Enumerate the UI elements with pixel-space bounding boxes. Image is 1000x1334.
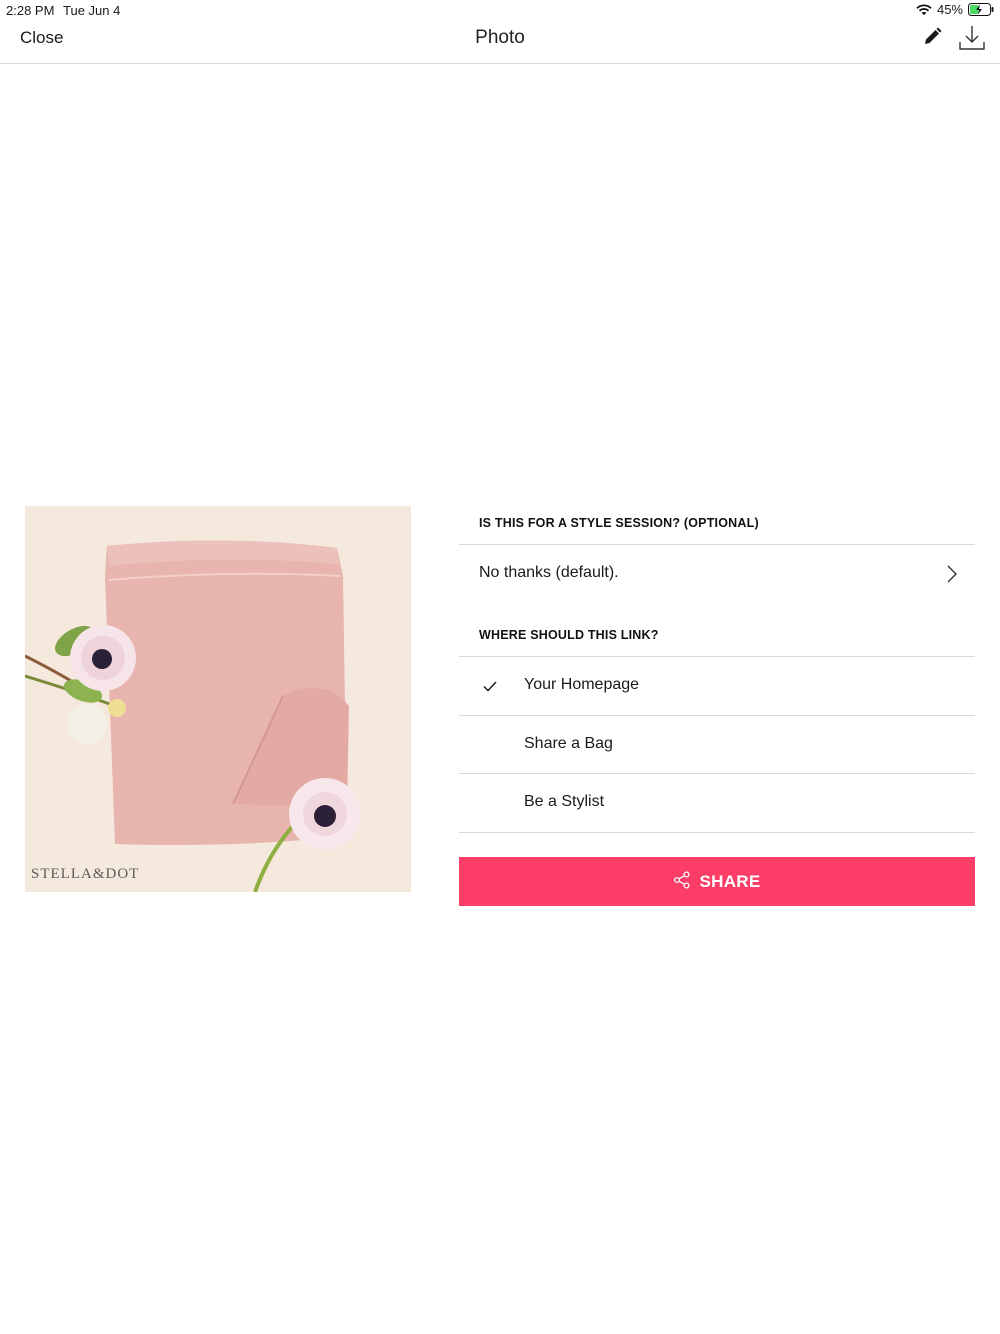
link-target-header: WHERE SHOULD THIS LINK? — [479, 628, 659, 642]
photo-illustration — [25, 506, 411, 892]
chevron-right-icon — [947, 565, 957, 588]
nav-bar: Close Photo — [0, 20, 1000, 64]
link-option-be-stylist[interactable]: Be a Stylist — [459, 773, 975, 833]
share-button[interactable]: SHARE — [459, 857, 975, 906]
brand-watermark: STELLA&DOT — [31, 866, 140, 882]
edit-icon[interactable] — [921, 26, 943, 48]
style-session-select[interactable]: No thanks (default). — [459, 544, 975, 603]
style-session-header: IS THIS FOR A STYLE SESSION? (OPTIONAL) — [479, 516, 759, 530]
checkmark-icon — [483, 679, 497, 697]
link-option-homepage[interactable]: Your Homepage — [459, 656, 975, 715]
battery-charging-icon — [968, 3, 994, 16]
battery-percent: 45% — [936, 2, 963, 17]
link-option-label: Be a Stylist — [524, 793, 605, 810]
link-option-label: Your Homepage — [524, 676, 640, 693]
share-button-label: SHARE — [699, 871, 761, 891]
status-bar: 2:28 PM Tue Jun 4 45% — [0, 0, 1000, 20]
link-option-label: Share a Bag — [524, 735, 613, 752]
style-session-value: No thanks (default). — [479, 564, 619, 581]
page-title: Photo — [475, 27, 525, 48]
wifi-icon — [916, 3, 932, 16]
download-icon[interactable] — [958, 24, 986, 52]
status-indicators: 45% — [916, 2, 994, 17]
share-icon — [673, 871, 691, 892]
product-photo: STELLA&DOT — [25, 506, 411, 892]
status-time: 2:28 PM — [6, 3, 55, 18]
link-option-share-bag[interactable]: Share a Bag — [459, 715, 975, 774]
status-date: Tue Jun 4 — [63, 3, 121, 18]
